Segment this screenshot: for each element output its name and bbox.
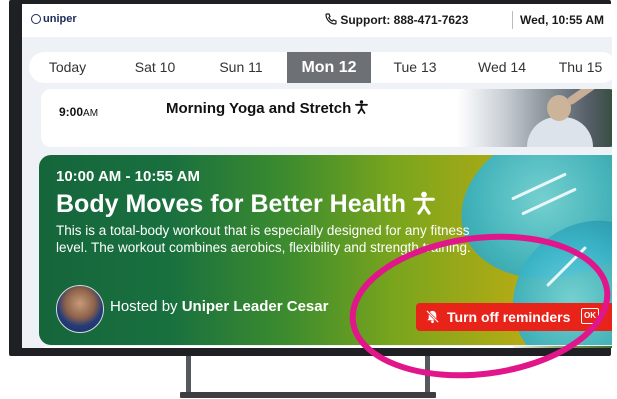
session-title: Morning Yoga and Stretch: [166, 100, 369, 117]
day-selector: Today Sat 10 Sun 11 Mon 12 Tue 13 Wed 14…: [29, 52, 612, 83]
session-time: 9:00AM: [59, 105, 99, 119]
accessibility-icon: [413, 191, 435, 215]
tv-stand-base: [180, 392, 436, 398]
highlight-ring: [349, 233, 611, 379]
tab-sun-11[interactable]: Sun 11: [199, 52, 283, 83]
host-avatar: [56, 285, 104, 333]
support-phone: Support: 888-471-7623: [325, 13, 468, 27]
header-divider: [512, 11, 513, 29]
featured-title: Body Moves for Better Health: [56, 190, 435, 219]
accessibility-icon: [355, 100, 369, 114]
tab-sat-10[interactable]: Sat 10: [113, 52, 197, 83]
tab-mon-12[interactable]: Mon 12: [287, 52, 371, 83]
tab-wed-14[interactable]: Wed 14: [460, 52, 544, 83]
yoga-photo: [457, 89, 612, 147]
host-line: Hosted by Uniper Leader Cesar: [110, 298, 329, 315]
tab-thu-15[interactable]: Thu 15: [544, 52, 612, 83]
tab-tue-13[interactable]: Tue 13: [373, 52, 457, 83]
date-time: Wed, 10:55 AM: [520, 13, 605, 27]
logo: uniper: [31, 13, 77, 25]
phone-icon: [325, 13, 337, 25]
session-card-morning-yoga[interactable]: 9:00AM Morning Yoga and Stretch: [41, 89, 612, 147]
tab-today[interactable]: Today: [29, 52, 106, 83]
logo-mark-icon: [31, 14, 41, 24]
featured-time: 10:00 AM - 10:55 AM: [56, 168, 200, 185]
top-bar: uniper Support: 888-471-7623 Wed, 10:55 …: [22, 4, 612, 37]
